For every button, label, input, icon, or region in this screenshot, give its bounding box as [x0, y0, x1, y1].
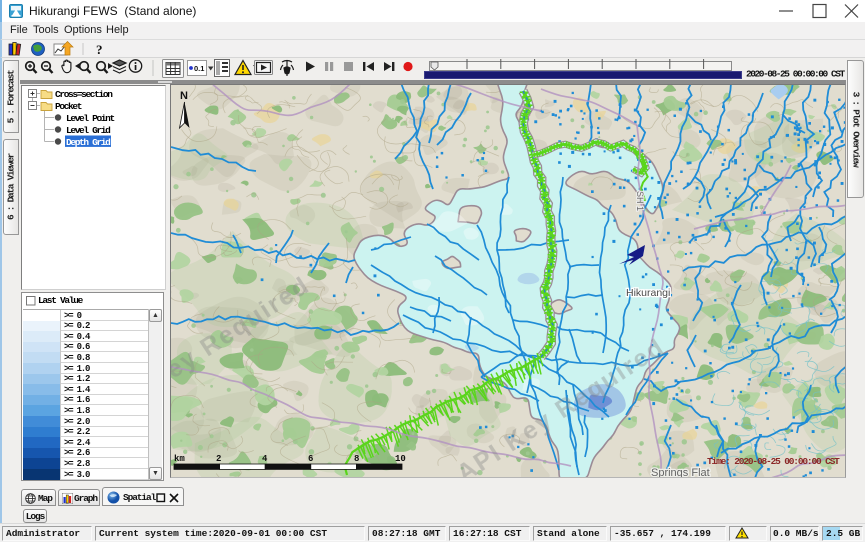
svg-text:2: 2 — [216, 454, 221, 464]
svg-text:10: 10 — [395, 454, 406, 464]
svg-text:8: 8 — [354, 454, 359, 464]
svg-text:Hikurangi: Hikurangi — [626, 287, 670, 299]
svg-text:Springs Flat: Springs Flat — [651, 467, 710, 477]
svg-text:4: 4 — [262, 454, 268, 464]
svg-text:SH 1: SH 1 — [635, 191, 645, 211]
svg-text:0.1: 0.1 — [194, 64, 204, 73]
svg-text:?: ? — [96, 42, 103, 57]
svg-text:2020-08-25 00:00:00 CST: 2020-08-25 00:00:00 CST — [746, 69, 846, 80]
svg-text:Time: 2020-08-25 00:00:00 CST: Time: 2020-08-25 00:00:00 CST — [707, 456, 840, 467]
svg-text:km: km — [174, 454, 185, 464]
svg-text:N: N — [180, 90, 188, 102]
svg-text:6: 6 — [308, 454, 313, 464]
